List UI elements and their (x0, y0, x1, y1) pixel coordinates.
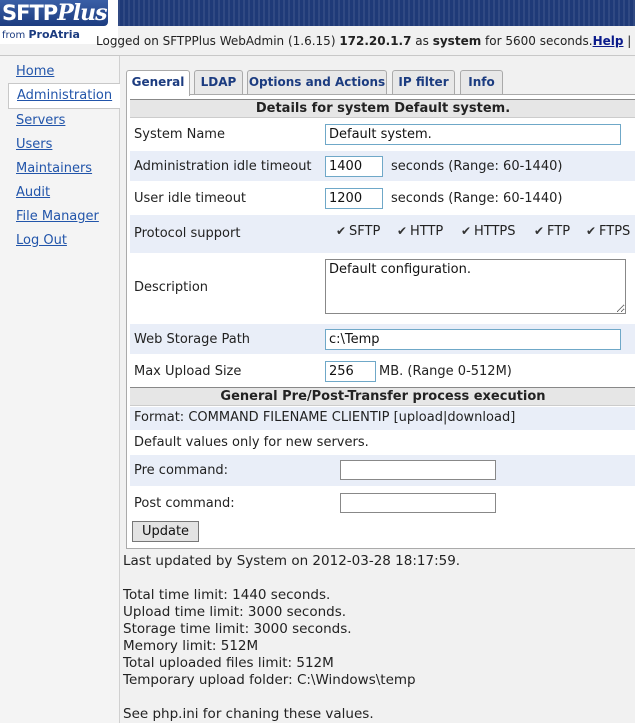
main-content: General LDAP Options and Actions IP filt… (120, 56, 635, 723)
details-heading: Details for system Default system. (130, 99, 635, 118)
format-row: Format: COMMAND FILENAME CLIENTIP [uploa… (130, 407, 635, 430)
tab-ip-filter[interactable]: IP filter (392, 70, 455, 94)
max-upload-row: Max Upload Size MB. (Range 0-512M) (130, 356, 635, 386)
logo-text: SFTP (2, 1, 58, 25)
user-timeout-input[interactable] (325, 188, 383, 209)
post-command-input[interactable] (340, 493, 496, 513)
admin-timeout-note: seconds (Range: 60-1440) (391, 159, 563, 174)
status-user: system (432, 34, 482, 48)
post-command-label: Post command: (134, 496, 235, 511)
general-panel: Details for system Default system. Syste… (126, 94, 635, 549)
status-as: as (415, 34, 429, 48)
tab-info[interactable]: Info (460, 70, 503, 94)
sidebar-item-users[interactable]: Users (16, 137, 52, 152)
sidebar-item-maintainers[interactable]: Maintainers (16, 161, 92, 176)
protocol-row: Protocol support ✔ SFTP ✔ HTTP ✔ HTTPS ✔ FTP… (130, 215, 635, 253)
web-storage-label: Web Storage Path (134, 332, 251, 347)
description-textarea[interactable]: Default configuration. (325, 259, 626, 314)
protocol-http-checkbox[interactable]: ✔ HTTP (397, 224, 443, 239)
check-icon: ✔ (534, 224, 545, 238)
check-icon: ✔ (461, 224, 472, 238)
sidebar-item-administration-active: Administration (8, 83, 121, 109)
header-band (118, 0, 635, 26)
protocol-ftp-label: FTP (547, 224, 571, 239)
tab-general[interactable]: General (126, 70, 190, 96)
description-row: Description Default configuration. (130, 255, 635, 322)
user-timeout-row: User idle timeout seconds (Range: 60-144… (130, 183, 635, 213)
tab-ldap[interactable]: LDAP (194, 70, 243, 94)
protocol-ftp-checkbox[interactable]: ✔ FTP (534, 224, 570, 239)
sidebar-item-log-out[interactable]: Log Out (16, 233, 67, 248)
sidebar-item-audit[interactable]: Audit (16, 185, 50, 200)
sidebar-item-file-manager[interactable]: File Manager (16, 209, 99, 224)
logo-company: from ProAtria (2, 28, 80, 41)
defaults-row: Default values only for new servers. (130, 432, 635, 454)
pre-command-label: Pre command: (134, 463, 229, 478)
status-duration: for 5600 seconds. (485, 34, 593, 48)
user-timeout-note: seconds (Range: 60-1440) (391, 191, 563, 206)
logo-from: from (2, 30, 26, 41)
admin-timeout-row: Administration idle timeout seconds (Ran… (130, 151, 635, 181)
description-label: Description (134, 280, 209, 295)
web-storage-row: Web Storage Path (130, 324, 635, 354)
system-name-input[interactable] (325, 124, 621, 145)
last-updated-text: Last updated by System on 2012-03-28 18:… (123, 553, 461, 569)
check-icon: ✔ (336, 224, 347, 238)
check-icon: ✔ (586, 224, 597, 238)
update-button[interactable]: Update (132, 521, 199, 542)
info-line: Storage time limit: 3000 seconds. (123, 621, 352, 637)
system-name-row: System Name (130, 119, 635, 149)
help-link[interactable]: Help (593, 34, 624, 48)
info-line: Upload time limit: 3000 seconds. (123, 604, 347, 620)
logo-mark: SFTPPlus (0, 0, 108, 26)
protocol-ftps-label: FTPS (599, 224, 631, 239)
user-timeout-label: User idle timeout (134, 191, 247, 206)
logo-company-name: ProAtria (28, 28, 80, 41)
protocol-sftp-checkbox[interactable]: ✔ SFTP (336, 224, 380, 239)
status-prefix: Logged on SFTPPlus WebAdmin (1.6.15) (96, 34, 336, 48)
tab-options-and-actions[interactable]: Options and Actions (247, 70, 387, 94)
protocol-sftp-label: SFTP (349, 224, 381, 239)
status-ip: 172.20.1.7 (339, 34, 412, 48)
system-name-label: System Name (134, 127, 225, 142)
logo-plus: Plus (57, 0, 107, 26)
format-text: Format: COMMAND FILENAME CLIENTIP [uploa… (134, 410, 516, 425)
sidebar-item-administration[interactable]: Administration (17, 88, 112, 103)
protocol-http-label: HTTP (410, 224, 444, 239)
max-upload-input[interactable] (325, 361, 376, 382)
defaults-text: Default values only for new servers. (134, 435, 369, 450)
max-upload-label: Max Upload Size (134, 364, 242, 379)
sidebar-item-home[interactable]: Home (16, 64, 54, 79)
pre-command-input[interactable] (340, 460, 496, 480)
check-icon: ✔ (397, 224, 408, 238)
protocol-https-label: HTTPS (474, 224, 516, 239)
info-line: Memory limit: 512M (123, 638, 259, 654)
php-ini-note: See php.ini for chaning these values. (123, 706, 374, 722)
info-line: Temporary upload folder: C:\Windows\temp (123, 672, 416, 688)
session-status: Logged on SFTPPlus WebAdmin (1.6.15) 172… (96, 34, 635, 52)
prepost-heading: General Pre/Post-Transfer process execut… (130, 387, 635, 406)
sidebar-nav: Home Administration Servers Users Mainta… (0, 56, 121, 723)
admin-timeout-input[interactable] (325, 156, 383, 177)
status-sep: | (623, 34, 635, 48)
pre-command-row: Pre command: (130, 455, 635, 486)
protocol-https-checkbox[interactable]: ✔ HTTPS (461, 224, 516, 239)
protocol-label: Protocol support (134, 226, 241, 241)
info-line: Total time limit: 1440 seconds. (123, 587, 331, 603)
web-storage-input[interactable] (325, 329, 621, 350)
admin-timeout-label: Administration idle timeout (134, 159, 312, 174)
max-upload-note: MB. (Range 0-512M) (379, 364, 512, 379)
info-line: Total uploaded files limit: 512M (123, 655, 334, 671)
protocol-ftps-checkbox[interactable]: ✔ FTPS (586, 224, 630, 239)
post-command-row: Post command: (130, 488, 635, 519)
sidebar-item-servers[interactable]: Servers (16, 113, 65, 128)
